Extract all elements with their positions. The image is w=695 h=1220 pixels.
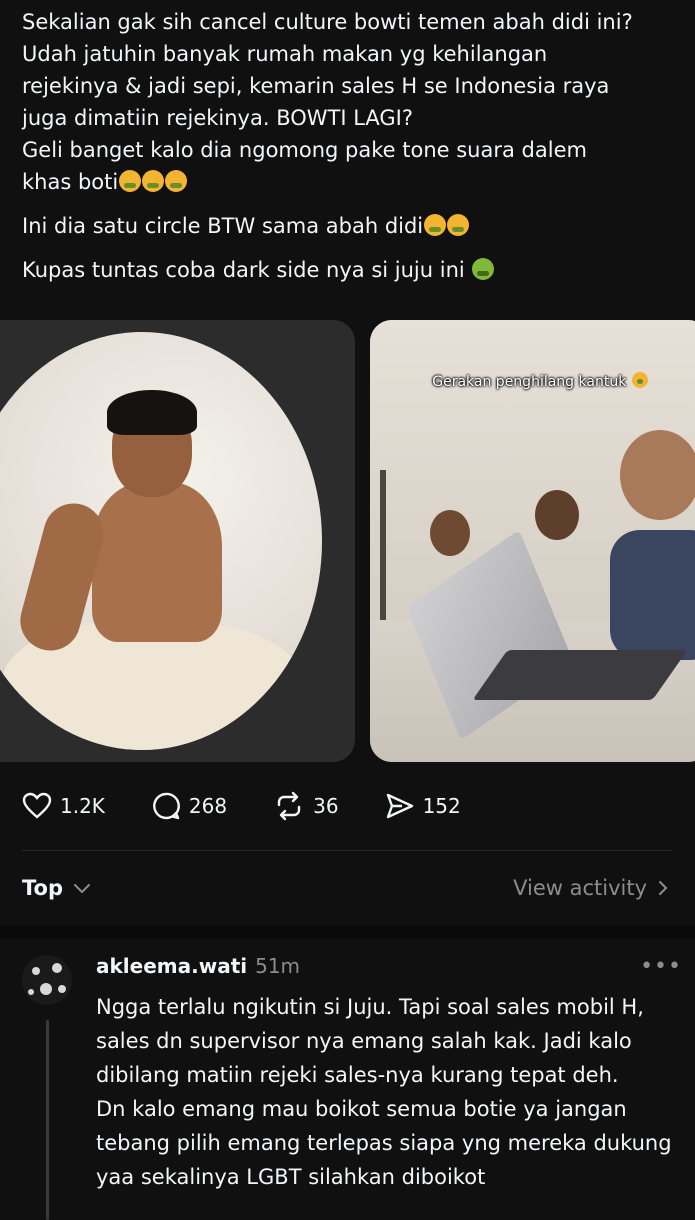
reply-timestamp: 51m (255, 954, 301, 978)
repost-count: 36 (313, 794, 339, 818)
like-count: 1.2K (60, 794, 105, 818)
reply-username[interactable]: akleema.wati (96, 954, 247, 978)
repost-icon (277, 791, 301, 821)
sleepy-face-emoji-icon (631, 372, 648, 388)
section-separator (0, 926, 695, 938)
heart-icon (22, 792, 52, 819)
replies-sort-bar: Top View activity (22, 866, 673, 910)
thread-line (46, 1020, 49, 1220)
post-paragraph-2: Ini dia satu circle BTW sama abah didi (22, 210, 682, 242)
nauseated-face-emoji-icon (472, 258, 495, 280)
avatar[interactable] (22, 955, 72, 1005)
chevron-down-icon (74, 884, 90, 894)
video-caption: Gerakan penghilang kantuk (370, 372, 695, 390)
post-paragraph-1: Sekalian gak sih cancel culture bowti te… (22, 10, 633, 194)
tired-face-emoji-icon (424, 214, 447, 236)
post-paragraph-3: Kupas tuntas coba dark side nya si juju … (22, 254, 682, 286)
repost-button[interactable]: 36 (273, 791, 339, 821)
comment-icon (153, 792, 180, 820)
tired-face-emoji-icon (119, 170, 142, 192)
view-activity-link[interactable]: View activity (513, 876, 673, 900)
send-icon (386, 793, 413, 819)
divider (22, 850, 673, 851)
more-options-icon[interactable]: ••• (640, 954, 682, 979)
reply-count: 268 (188, 794, 228, 818)
tired-face-emoji-icon (142, 170, 165, 192)
sort-dropdown[interactable]: Top (22, 876, 93, 900)
chevron-right-icon (659, 881, 668, 895)
portrait-photo (0, 332, 322, 750)
reply-body: Ngga terlalu ngikutin si Juju. Tapi soal… (96, 995, 672, 1189)
tired-face-emoji-icon (447, 214, 470, 236)
tired-face-emoji-icon (165, 170, 188, 192)
share-button[interactable]: 152 (385, 792, 461, 820)
post-image-portrait[interactable] (0, 320, 355, 762)
share-count: 152 (422, 794, 461, 818)
post-body: Sekalian gak sih cancel culture bowti te… (22, 6, 682, 298)
reply-button[interactable]: 268 (151, 791, 227, 821)
post-image-office[interactable]: Gerakan penghilang kantuk (370, 320, 695, 762)
like-button[interactable]: 1.2K (22, 792, 105, 820)
engagement-bar: 1.2K 268 36 152 (22, 788, 507, 824)
reply-header: akleema.wati 51m (96, 954, 300, 978)
